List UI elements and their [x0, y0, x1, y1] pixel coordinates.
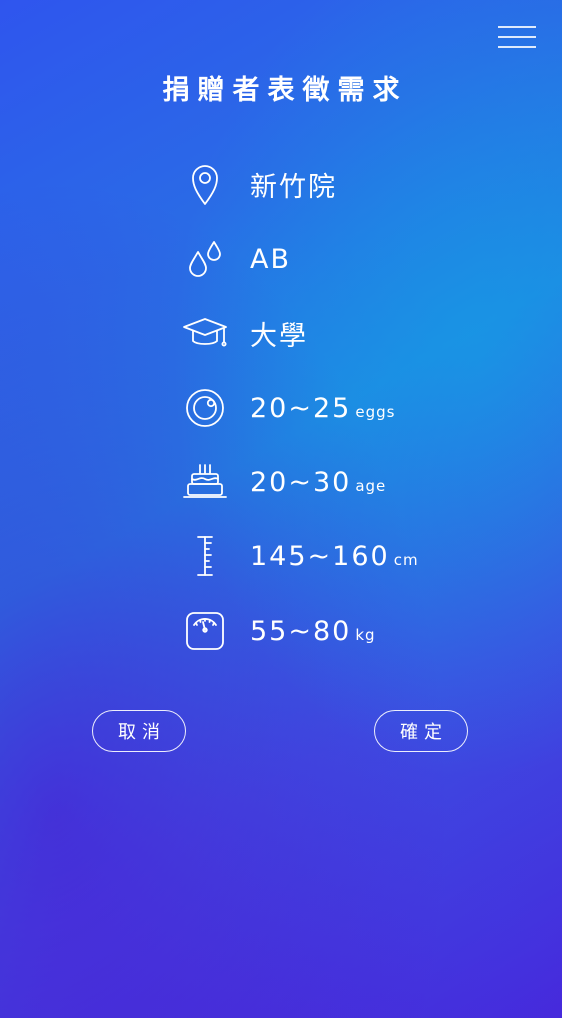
cancel-button[interactable]: 取消 — [92, 710, 186, 752]
requirement-eggs-value: 20~25 — [250, 392, 352, 424]
egg-ring-icon — [175, 378, 235, 438]
height-ruler-icon — [175, 526, 235, 586]
requirement-location-value: 新竹院 — [250, 171, 337, 203]
requirement-weight: 55~80 kg — [175, 601, 376, 661]
requirement-education-value: 大學 — [250, 320, 308, 352]
requirement-eggs: 20~25 eggs — [175, 378, 395, 438]
confirm-button[interactable]: 確定 — [374, 710, 468, 752]
requirement-age: 20~30 age — [175, 452, 386, 512]
graduation-cap-icon — [175, 303, 235, 363]
birthday-cake-icon — [175, 452, 235, 512]
requirement-location: 新竹院 — [175, 154, 337, 214]
requirement-weight-unit: kg — [355, 625, 376, 644]
requirement-age-value: 20~30 — [250, 466, 352, 498]
requirement-age-unit: age — [355, 476, 387, 495]
requirement-eggs-unit: eggs — [355, 402, 396, 421]
location-pin-icon — [175, 154, 235, 214]
requirement-blood-type-value: AB — [250, 243, 291, 275]
blood-drops-icon — [175, 229, 235, 289]
weight-scale-icon — [175, 601, 235, 661]
requirement-blood-type: AB — [175, 229, 291, 289]
requirement-height: 145~160 cm — [175, 526, 419, 586]
requirement-height-value: 145~160 — [250, 540, 390, 572]
requirement-height-unit: cm — [393, 550, 419, 569]
requirement-weight-value: 55~80 — [250, 615, 352, 647]
requirement-education: 大學 — [175, 303, 308, 363]
page-title: 捐贈者表徵需求 — [162, 75, 408, 106]
hamburger-menu-icon[interactable] — [498, 22, 536, 52]
